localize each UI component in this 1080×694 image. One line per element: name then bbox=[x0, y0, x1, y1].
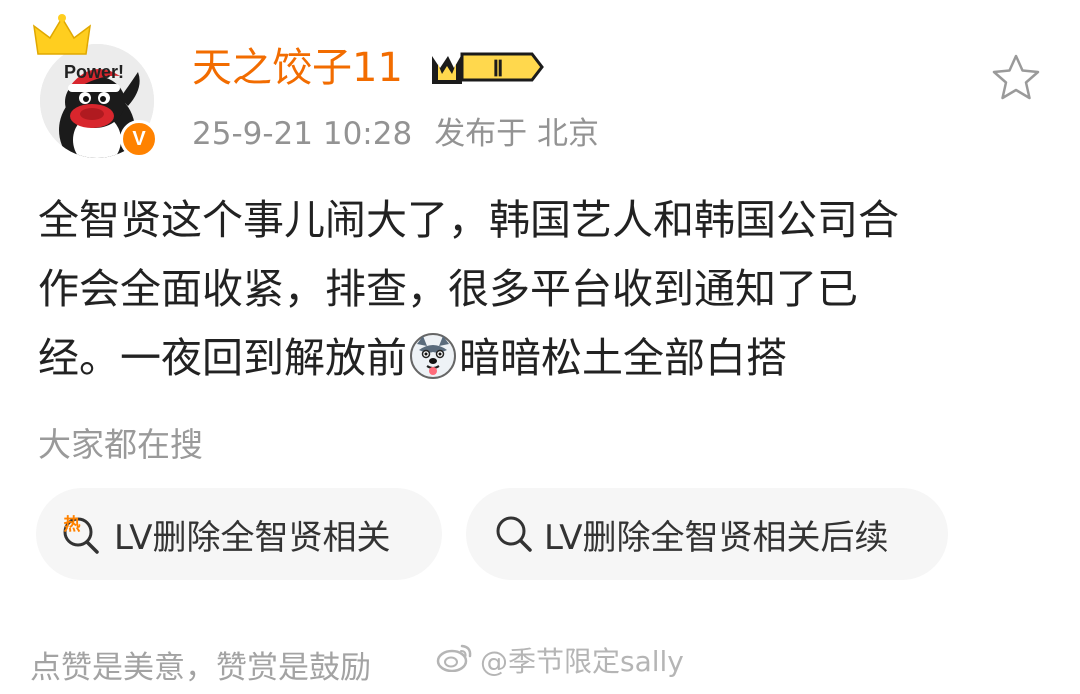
husky-emoji-icon bbox=[409, 332, 457, 380]
verified-icon: V bbox=[120, 120, 158, 158]
weibo-logo-icon bbox=[436, 642, 474, 679]
watermark: @季节限定sally bbox=[436, 640, 684, 680]
reward-prompt-text: 点赞是美意，赞赏是鼓励 bbox=[30, 650, 371, 686]
favorite-star-icon[interactable] bbox=[990, 52, 1042, 104]
post-content: 全智贤这个事儿闹大了，韩国艺人和韩国公司合 作会全面收紧，排查，很多平台收到通知… bbox=[38, 186, 1058, 393]
avatar-caption: Power! bbox=[64, 62, 125, 82]
post-location: 发布于 北京 bbox=[434, 116, 600, 152]
user-level-badge[interactable]: Ⅱ bbox=[428, 46, 544, 92]
trending-search-label: LV删除全智贤相关后续 bbox=[544, 517, 889, 558]
post-content-line-3a: 经。一夜回到解放前 bbox=[38, 334, 407, 382]
hot-search-icon: 热 bbox=[60, 512, 104, 556]
trending-search-label: LV删除全智贤相关 bbox=[114, 517, 391, 558]
watermark-text: @季节限定sally bbox=[480, 645, 684, 678]
hot-icon-text: 热 bbox=[64, 514, 81, 535]
username[interactable]: 天之饺子11 bbox=[192, 42, 403, 94]
avatar[interactable]: Power! V bbox=[32, 14, 162, 158]
post-meta: 25-9-21 10:28 发布于 北京 bbox=[192, 108, 599, 153]
trending-search-heading: 大家都在搜 bbox=[38, 425, 203, 464]
post-content-line-2: 作会全面收紧，排查，很多平台收到通知了已 bbox=[38, 265, 858, 313]
level-text: Ⅱ bbox=[493, 56, 504, 81]
post-content-line-3: 经。一夜回到解放前 暗暗松土全部白搭 bbox=[38, 324, 1058, 393]
search-icon bbox=[494, 514, 534, 554]
crown-icon bbox=[33, 14, 91, 55]
post-date: 25-9-21 10:28 bbox=[192, 116, 413, 152]
trending-search-chip-2[interactable]: LV删除全智贤相关后续 bbox=[466, 488, 948, 580]
trending-search-chip-1[interactable]: 热 LV删除全智贤相关 bbox=[36, 488, 442, 580]
post-content-line-1: 全智贤这个事儿闹大了，韩国艺人和韩国公司合 bbox=[38, 196, 899, 244]
post-content-line-3b: 暗暗松土全部白搭 bbox=[459, 334, 787, 382]
